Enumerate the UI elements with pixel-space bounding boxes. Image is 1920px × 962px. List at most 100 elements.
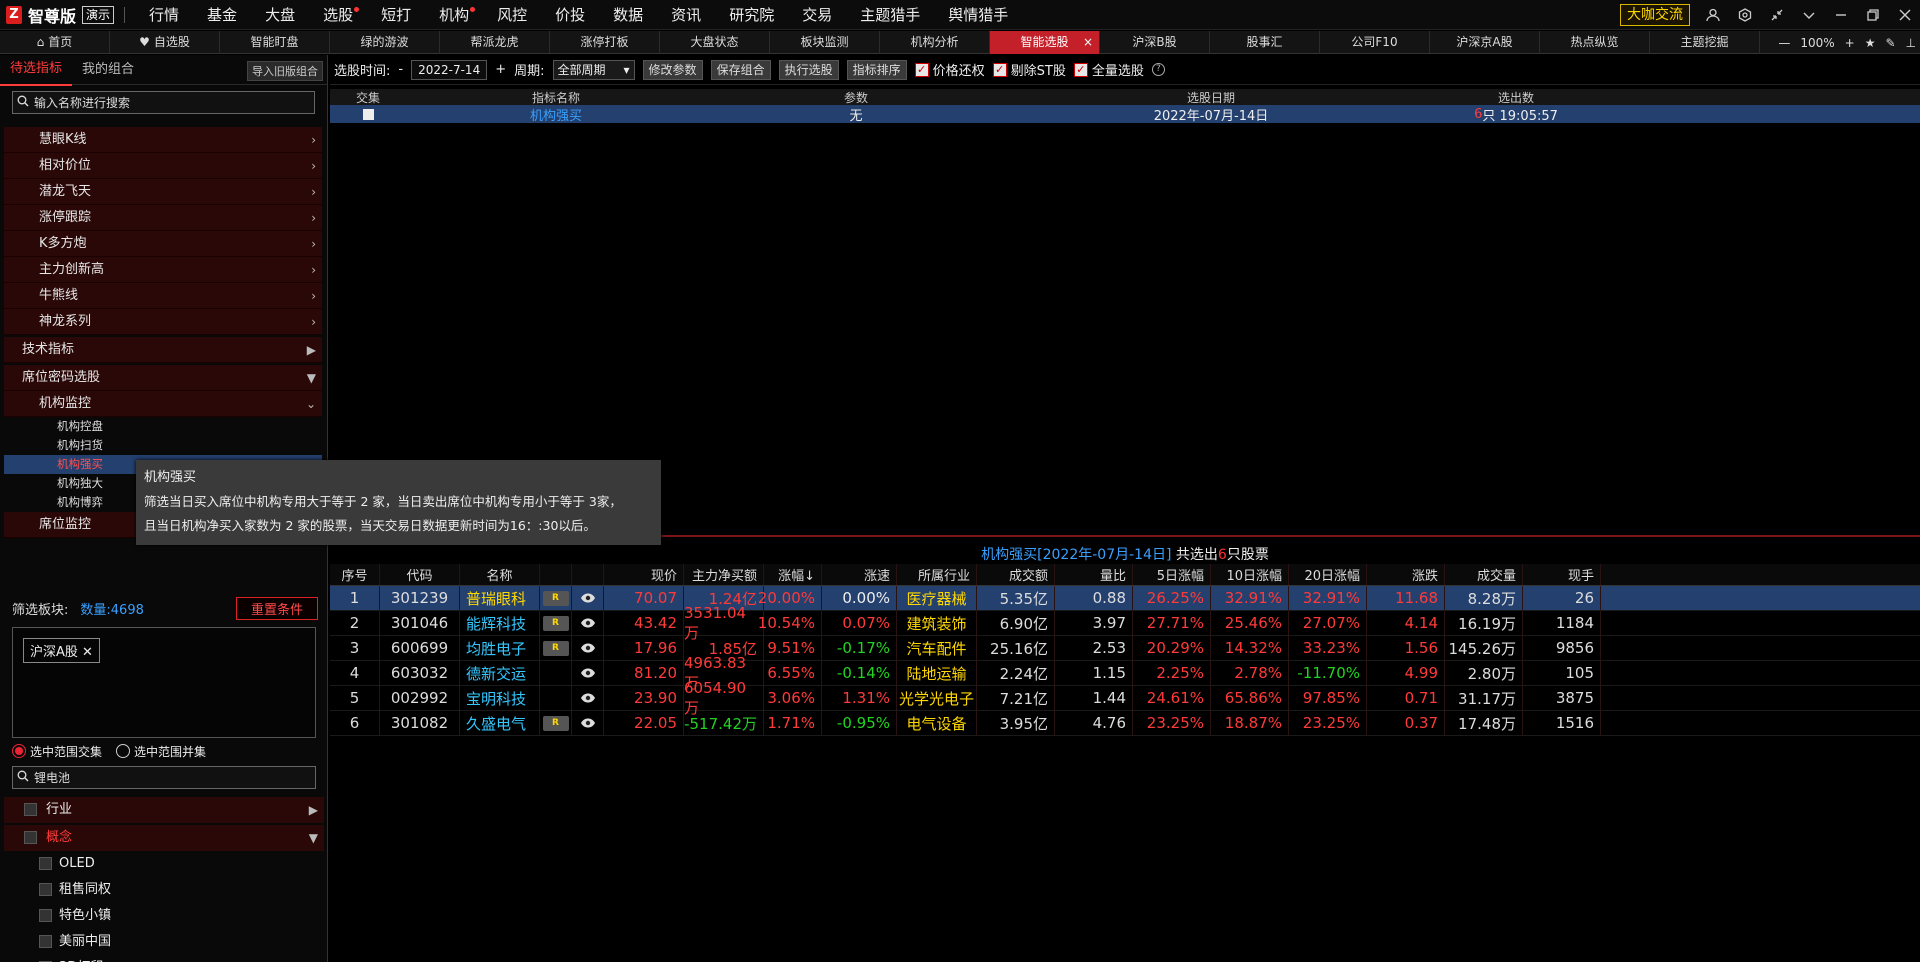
r-badge-icon[interactable]: R bbox=[542, 615, 569, 631]
radio-union[interactable]: 选中范围并集 bbox=[116, 743, 206, 760]
tab-3[interactable]: 绿的游波 bbox=[330, 30, 440, 54]
tree-item[interactable]: 慧眼K线 › bbox=[4, 127, 322, 153]
tab-5[interactable]: 涨停打板 bbox=[550, 30, 660, 54]
menu-item[interactable]: 机构 bbox=[425, 0, 483, 30]
user-icon[interactable] bbox=[1704, 6, 1722, 24]
category-concept[interactable]: 概念 ▼ bbox=[4, 825, 324, 851]
help-icon[interactable]: ? bbox=[1151, 63, 1165, 76]
row-indicator-name[interactable]: 机构强买 bbox=[406, 105, 706, 124]
tab-9[interactable]: 智能选股 × bbox=[990, 30, 1100, 54]
period-select[interactable]: 全部周期 ▾ bbox=[552, 59, 635, 80]
exchange-button[interactable]: 大咖交流 bbox=[1620, 4, 1690, 26]
tree-group-tech[interactable]: 技术指标 ▶ bbox=[4, 337, 322, 363]
grid-header-diff[interactable]: 涨跌 bbox=[1367, 564, 1445, 585]
grid-header-eye[interactable] bbox=[572, 564, 604, 585]
tree-subitem[interactable]: 机构扫货 bbox=[4, 436, 322, 455]
menu-item[interactable]: 舆情猎手 bbox=[934, 0, 1022, 30]
tab-7[interactable]: 板块监测 bbox=[770, 30, 880, 54]
menu-item[interactable]: 行情 bbox=[135, 0, 193, 30]
checkbox-icon[interactable] bbox=[39, 909, 52, 922]
date-minus-button[interactable]: - bbox=[398, 62, 403, 77]
category-industry[interactable]: 行业 ▶ bbox=[4, 797, 324, 823]
settings-icon[interactable] bbox=[1736, 6, 1754, 24]
table-row[interactable]: 1 301239 普瑞眼科 R 70.07 1.24亿 20.00% 0.00% 医疗器械 5.3… bbox=[330, 586, 1920, 611]
checkbox-exclude-st[interactable]: ✓ 剔除ST股 bbox=[992, 60, 1066, 79]
checkbox-price-adjust[interactable]: ✓ 价格还权 bbox=[914, 60, 985, 79]
grid-header-badge[interactable] bbox=[540, 564, 572, 585]
tree-item[interactable]: 相对价位 › bbox=[4, 153, 322, 179]
table-row[interactable]: 6 301082 久盛电气 R 22.05 -517.42万 1.71% -0.95% 电气设备… bbox=[330, 711, 1920, 736]
tree-item[interactable]: 主力创新高 › bbox=[4, 257, 322, 283]
shrink-icon[interactable] bbox=[1768, 6, 1786, 24]
grid-header-ind[interactable]: 所属行业 bbox=[897, 564, 977, 585]
import-old-combo-button[interactable]: 导入旧版组合 bbox=[247, 61, 323, 81]
menu-item[interactable]: 价投 bbox=[541, 0, 599, 30]
tab-15[interactable]: 主题挖掘 bbox=[1650, 30, 1760, 54]
tab-close-icon[interactable]: × bbox=[1083, 31, 1093, 54]
table-row[interactable]: 5 002992 宝明科技 23.90 6054.90万 3.06% 1.31% 光学光电子 7… bbox=[330, 679, 1920, 717]
checkbox-icon[interactable] bbox=[39, 935, 52, 948]
tree-item[interactable]: 神龙系列 › bbox=[4, 309, 322, 335]
reset-conditions-button[interactable]: 重置条件 bbox=[235, 597, 318, 620]
tab-11[interactable]: 股事汇 bbox=[1210, 30, 1320, 54]
menu-item[interactable]: 交易 bbox=[788, 0, 846, 30]
grid-header-amt[interactable]: 成交额 bbox=[977, 564, 1055, 585]
tree-group-seat[interactable]: 席位密码选股 ▼ bbox=[4, 365, 322, 391]
tab-0[interactable]: ⌂ 首页 bbox=[0, 30, 110, 54]
restore-icon[interactable] bbox=[1864, 6, 1882, 24]
row-checkbox[interactable] bbox=[362, 108, 374, 120]
date-plus-button[interactable]: + bbox=[495, 62, 506, 77]
grid-header-vol[interactable]: 成交量 bbox=[1445, 564, 1523, 585]
indicator-search-input[interactable]: 输入名称进行搜索 bbox=[12, 91, 315, 114]
eye-icon[interactable] bbox=[580, 714, 596, 732]
r-badge-icon[interactable]: R bbox=[542, 715, 569, 731]
tab-10[interactable]: 沪深B股 bbox=[1100, 30, 1210, 54]
concept-item[interactable]: 特色小镇 bbox=[0, 903, 328, 929]
grid-header-price[interactable]: 现价 bbox=[604, 564, 684, 585]
zoom-in-icon[interactable]: + bbox=[1845, 36, 1855, 50]
tab-candidate-indicators[interactable]: 待选指标 bbox=[0, 54, 73, 86]
dropdown-icon[interactable] bbox=[1800, 6, 1818, 24]
tab-6[interactable]: 大盘状态 bbox=[660, 30, 770, 54]
eye-icon[interactable] bbox=[580, 614, 596, 632]
eye-icon[interactable] bbox=[580, 589, 596, 607]
grid-header-speed[interactable]: 涨速 bbox=[822, 564, 897, 585]
checkbox-icon[interactable] bbox=[24, 831, 37, 844]
tree-subitem[interactable]: 机构控盘 bbox=[4, 417, 322, 436]
table-row[interactable]: 2 301046 能辉科技 R 43.42 3531.04万 10.54% 0.07% 建筑装饰… bbox=[330, 604, 1920, 642]
grid-header-d20[interactable]: 20日涨幅 bbox=[1289, 564, 1367, 585]
tab-my-combos[interactable]: 我的组合 bbox=[72, 55, 144, 85]
menu-item[interactable]: 数据 bbox=[599, 0, 657, 30]
grid-header-name[interactable]: 名称 bbox=[460, 564, 540, 585]
menu-item[interactable]: 基金 bbox=[193, 0, 251, 30]
grid-header-d10[interactable]: 10日涨幅 bbox=[1211, 564, 1289, 585]
tab-8[interactable]: 机构分析 bbox=[880, 30, 990, 54]
tree-item[interactable]: 涨停跟踪 › bbox=[4, 205, 322, 231]
tab-4[interactable]: 帮派龙虎 bbox=[440, 30, 550, 54]
chip-close-icon[interactable]: ✕ bbox=[82, 645, 93, 660]
execute-selection-button[interactable]: 执行选股 bbox=[778, 59, 839, 80]
menu-item[interactable]: 研究院 bbox=[715, 0, 788, 30]
grid-header-hand[interactable]: 现手 bbox=[1523, 564, 1601, 585]
grid-header-net[interactable]: 主力净买额 bbox=[684, 564, 764, 585]
concept-item[interactable]: 美丽中国 bbox=[0, 929, 328, 955]
grid-header-no[interactable]: 序号 bbox=[330, 564, 380, 585]
tree-item[interactable]: 牛熊线 › bbox=[4, 283, 322, 309]
concept-item[interactable]: 租售同权 bbox=[0, 877, 328, 903]
pen-icon[interactable]: ✎ bbox=[1885, 36, 1895, 50]
menu-item[interactable]: 风控 bbox=[483, 0, 541, 30]
tab-12[interactable]: 公司F10 bbox=[1320, 30, 1430, 54]
menu-item[interactable]: 资讯 bbox=[657, 0, 715, 30]
checkbox-icon[interactable] bbox=[24, 803, 37, 816]
menu-item[interactable]: 短打 bbox=[367, 0, 425, 30]
menu-item[interactable]: 大盘 bbox=[251, 0, 309, 30]
zoom-out-icon[interactable]: — bbox=[1778, 36, 1790, 50]
menu-item[interactable]: 主题猎手 bbox=[846, 0, 934, 30]
tab-2[interactable]: 智能盯盘 bbox=[220, 30, 330, 54]
pin-icon[interactable]: ⊥ bbox=[1906, 36, 1916, 50]
minimize-icon[interactable] bbox=[1832, 6, 1850, 24]
grid-header-chg[interactable]: 涨幅↓ bbox=[764, 564, 822, 585]
concept-item[interactable]: OLED bbox=[0, 851, 328, 877]
date-input[interactable]: 2022-7-14 bbox=[411, 59, 488, 80]
checkbox-full-selection[interactable]: ✓ 全量选股 bbox=[1073, 60, 1144, 79]
